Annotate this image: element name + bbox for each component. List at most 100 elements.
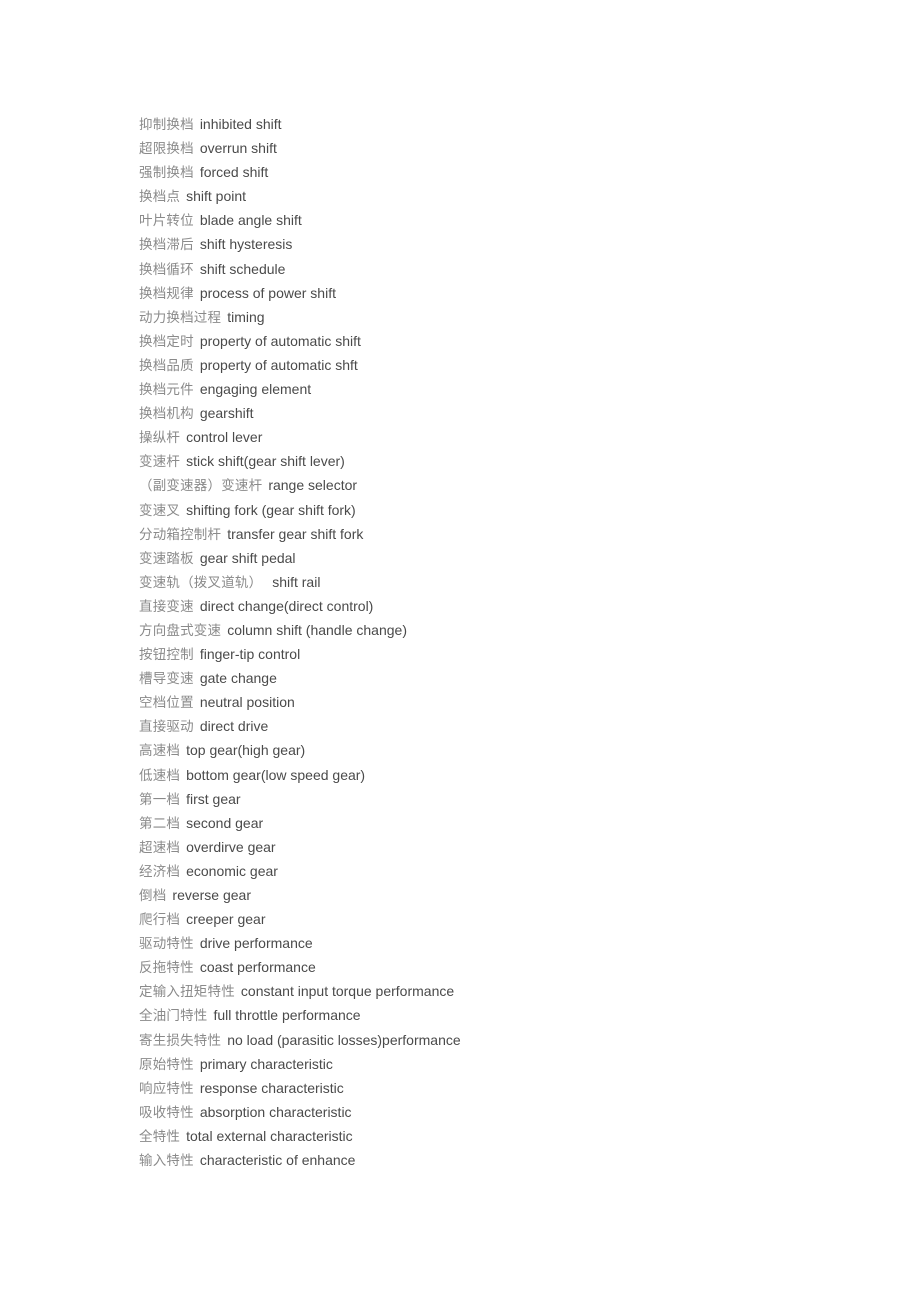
chinese-term: 空档位置 (139, 695, 194, 712)
glossary-entry: 槽导变速 gate change (139, 667, 461, 691)
chinese-term: 换档点 (139, 189, 181, 206)
glossary-entry: 抑制换档 inhibited shift (139, 113, 461, 137)
glossary-entry: 变速叉 shifting fork (gear shift fork) (139, 499, 461, 523)
chinese-term: 方向盘式变速 (139, 622, 222, 639)
english-translation: process of power shift (199, 284, 336, 301)
glossary-entry: 经济档 economic gear (139, 860, 461, 884)
glossary-entry: 第二档 second gear (139, 812, 461, 836)
glossary-entry: 换档元件 engaging element (139, 378, 461, 402)
english-translation: constant input torque performance (240, 983, 455, 1000)
english-translation: drive performance (199, 935, 313, 952)
glossary-entry: 换档规律 process of power shift (139, 282, 461, 306)
glossary-entry: 变速踏板 gear shift pedal (139, 547, 461, 571)
chinese-term: 超速档 (139, 839, 181, 856)
glossary-entry: 寄生损失特性 no load (parasitic losses)performa… (139, 1029, 461, 1053)
glossary-entry: 反拖特性 coast performance (139, 956, 461, 980)
glossary-entry: 全油门特性 full throttle performance (139, 1004, 461, 1028)
english-translation: shifting fork (gear shift fork) (186, 501, 356, 518)
english-translation: column shift (handle change) (227, 621, 407, 638)
chinese-term: 变速杆 (139, 454, 181, 471)
english-translation: top gear(high gear) (186, 742, 306, 759)
chinese-term: 吸收特性 (139, 1104, 194, 1121)
glossary-entry: 直接驱动 direct drive (139, 715, 461, 739)
chinese-term: 变速踏板 (139, 550, 194, 567)
chinese-term: 操纵杆 (139, 430, 181, 447)
chinese-term: 换档滞后 (139, 237, 194, 254)
chinese-term: 第二档 (139, 815, 181, 832)
chinese-term: 动力换档过程 (139, 309, 222, 326)
english-translation: response characteristic (199, 1079, 344, 1096)
chinese-term: 直接驱动 (139, 719, 194, 736)
english-translation: forced shift (199, 164, 269, 181)
chinese-term: 换档规律 (139, 285, 194, 302)
chinese-term: 分动箱控制杆 (139, 526, 222, 543)
chinese-term: 输入特性 (139, 1153, 194, 1170)
chinese-term: 变速叉 (139, 502, 181, 519)
english-translation: shift schedule (199, 260, 286, 277)
english-translation: creeper gear (186, 911, 266, 928)
english-translation: property of automatic shft (199, 356, 358, 373)
chinese-term: 响应特性 (139, 1080, 194, 1097)
english-translation: overdirve gear (186, 838, 276, 855)
glossary-entry: 原始特性 primary characteristic (139, 1053, 461, 1077)
english-translation: timing (227, 308, 265, 325)
english-translation: shift hysteresis (199, 236, 293, 253)
english-translation: absorption characteristic (199, 1103, 352, 1120)
glossary-entry: 分动箱控制杆 transfer gear shift fork (139, 523, 461, 547)
glossary-entry: 直接变速 direct change(direct control) (139, 595, 461, 619)
english-translation: direct drive (199, 718, 269, 735)
chinese-term: 定输入扭矩特性 (139, 984, 235, 1001)
glossary-entry: 低速档 bottom gear(low speed gear) (139, 764, 461, 788)
glossary-entry: 变速杆 stick shift(gear shift lever) (139, 450, 461, 474)
glossary-entry: 换档点 shift point (139, 185, 461, 209)
english-translation: transfer gear shift fork (227, 525, 364, 542)
english-translation: first gear (186, 790, 241, 807)
chinese-term: 抑制换档 (139, 117, 194, 133)
chinese-term: 换档定时 (139, 333, 194, 350)
english-translation: no load (parasitic losses)performance (227, 1031, 461, 1048)
english-translation: full throttle performance (213, 1007, 361, 1024)
chinese-term: 第一档 (139, 791, 181, 808)
english-translation: primary characteristic (199, 1055, 333, 1072)
english-translation: engaging element (199, 381, 312, 398)
glossary-entry: 换档循环 shift schedule (139, 258, 461, 282)
chinese-term: 换档元件 (139, 382, 194, 399)
chinese-term: 变速轨（拨叉道轨） (139, 574, 263, 591)
glossary-entry: 定输入扭矩特性 constant input torque performance (139, 980, 461, 1004)
chinese-term: 换档品质 (139, 357, 194, 374)
glossary-entry: 换档品质 property of automatic shft (139, 354, 461, 378)
chinese-term: 低速档 (139, 767, 181, 784)
chinese-term: 倒档 (139, 888, 167, 904)
glossary-entry: 动力换档过程 timing (139, 306, 461, 330)
english-translation: neutral position (199, 694, 295, 711)
english-translation: blade angle shift (199, 212, 302, 229)
english-translation: range selector (268, 477, 358, 494)
chinese-term: 叶片转位 (139, 213, 194, 230)
chinese-term: 强制换档 (139, 165, 194, 182)
glossary-entry: 吸收特性 absorption characteristic (139, 1101, 461, 1125)
glossary-entry: 超速档 overdirve gear (139, 836, 461, 860)
glossary-entry: 第一档 first gear (139, 788, 461, 812)
english-translation: gate change (199, 670, 277, 687)
chinese-term: 超限换档 (139, 141, 194, 158)
english-translation: shift point (186, 188, 247, 205)
chinese-term: 全特性 (139, 1128, 181, 1145)
chinese-term: 爬行档 (139, 912, 181, 929)
glossary-entry: 输入特性 characteristic of enhance (139, 1149, 461, 1173)
glossary-entry: 爬行档 creeper gear (139, 908, 461, 932)
chinese-term: 按钮控制 (139, 647, 194, 664)
glossary-term-list: 抑制换档 inhibited shift 超限换档 overrun shift 强制换档… (139, 113, 461, 1173)
glossary-entry: 叶片转位 blade angle shift (139, 209, 461, 233)
english-translation: coast performance (199, 959, 316, 976)
chinese-term: 反拖特性 (139, 960, 194, 977)
glossary-entry: 空档位置 neutral position (139, 691, 461, 715)
glossary-entry: 换档机构 gearshift (139, 402, 461, 426)
chinese-term: 高速档 (139, 743, 181, 760)
glossary-entry: 强制换档 forced shift (139, 161, 461, 185)
chinese-term: 寄生损失特性 (139, 1032, 222, 1049)
glossary-entry: 响应特性 response characteristic (139, 1077, 461, 1101)
chinese-term: 换档机构 (139, 406, 194, 423)
glossary-entry: 全特性 total external characteristic (139, 1125, 461, 1149)
glossary-entry: 方向盘式变速 column shift (handle change) (139, 619, 461, 643)
chinese-term: 换档循环 (139, 261, 194, 278)
